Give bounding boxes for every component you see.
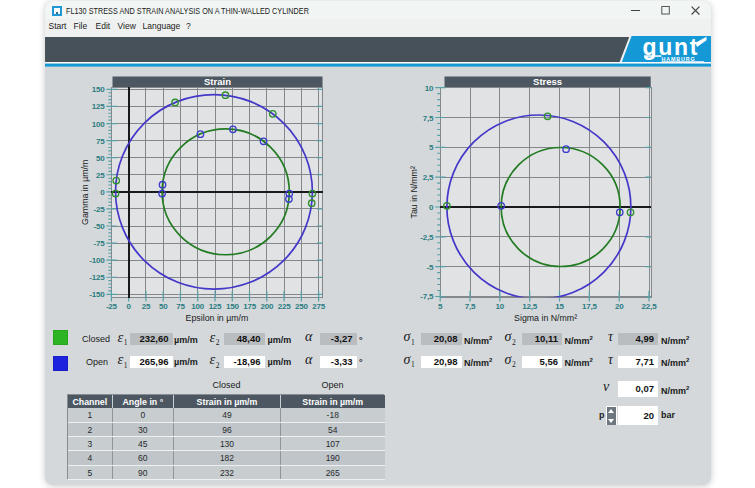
svg-text:HAMBURG: HAMBURG [662, 56, 696, 62]
